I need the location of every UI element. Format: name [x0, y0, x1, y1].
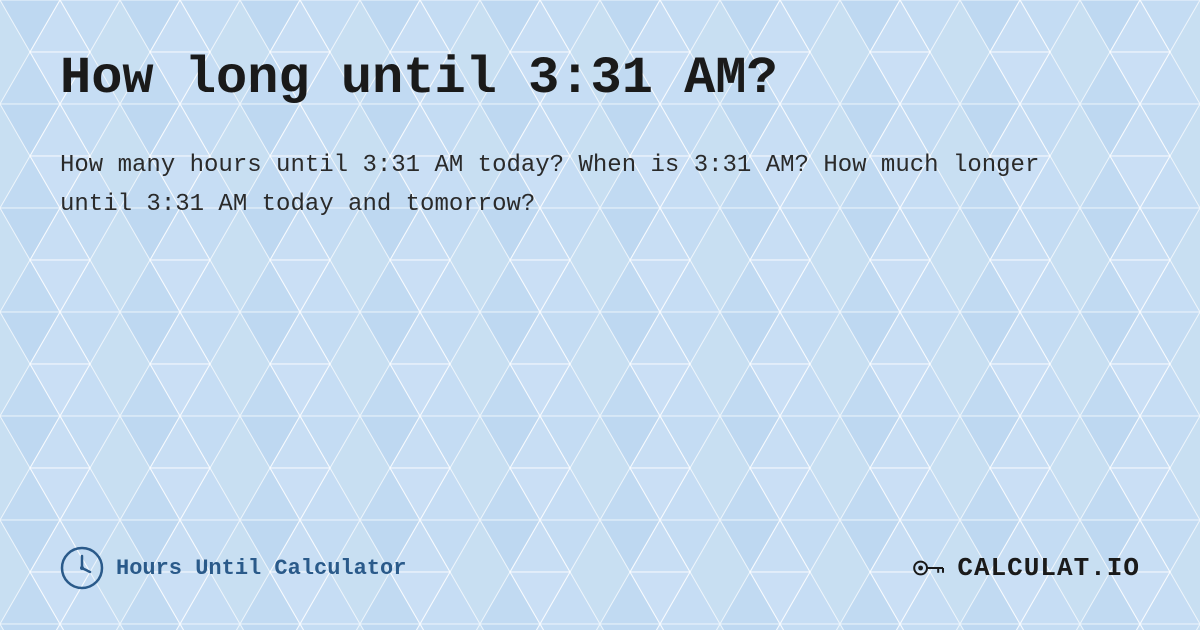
clock-icon	[60, 546, 104, 590]
logo-section: CALCULAT.IO	[911, 548, 1140, 588]
brand-text: Hours Until Calculator	[116, 556, 406, 581]
calculat-text: CALCULAT.IO	[957, 553, 1140, 583]
brand-section: Hours Until Calculator	[60, 546, 406, 590]
page-description: How many hours until 3:31 AM today? When…	[60, 147, 1120, 224]
calculat-icon	[911, 548, 951, 588]
calculat-logo: CALCULAT.IO	[911, 548, 1140, 588]
page-title: How long until 3:31 AM?	[60, 50, 1140, 107]
footer: Hours Until Calculator CALCULAT.IO	[60, 526, 1140, 590]
